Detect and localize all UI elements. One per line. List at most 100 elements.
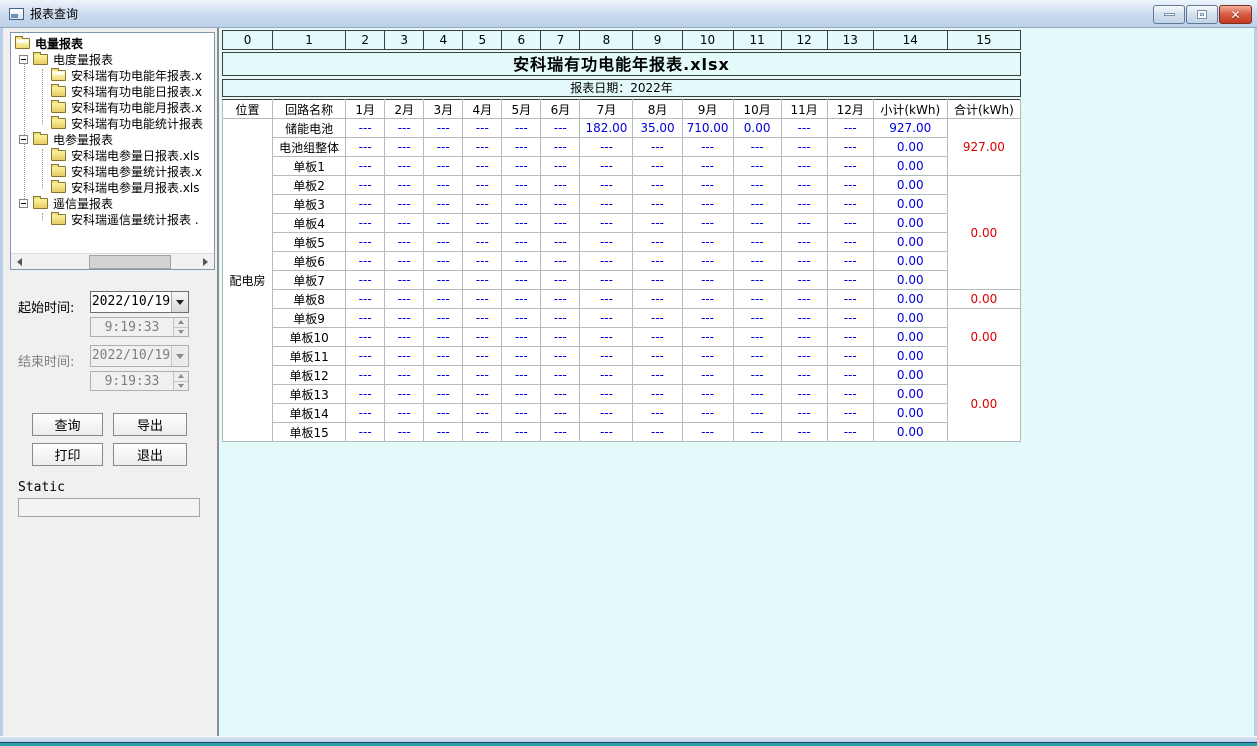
column-number-cell[interactable]: 4 (424, 31, 463, 50)
month-value-cell[interactable]: --- (346, 271, 385, 290)
grid-header-cell[interactable]: 9月 (682, 100, 733, 119)
month-value-cell[interactable]: --- (781, 119, 827, 138)
maximize-button[interactable] (1186, 5, 1218, 24)
month-value-cell[interactable]: --- (633, 252, 682, 271)
circuit-name-cell[interactable]: 单板8 (273, 290, 346, 309)
month-value-cell[interactable]: --- (733, 309, 781, 328)
grid-header-cell[interactable]: 5月 (502, 100, 541, 119)
grid-header-cell[interactable]: 位置 (223, 100, 273, 119)
month-value-cell[interactable]: --- (733, 366, 781, 385)
location-cell[interactable]: 配电房 (223, 119, 273, 442)
month-value-cell[interactable]: --- (424, 366, 463, 385)
month-value-cell[interactable]: --- (733, 404, 781, 423)
month-value-cell[interactable]: --- (541, 138, 580, 157)
month-value-cell[interactable]: --- (463, 328, 502, 347)
month-value-cell[interactable]: --- (580, 290, 633, 309)
month-value-cell[interactable]: --- (385, 404, 424, 423)
month-value-cell[interactable]: --- (580, 366, 633, 385)
grid-header-cell[interactable]: 1月 (346, 100, 385, 119)
tree-report-item[interactable]: 安科瑞电参量统计报表.x (11, 163, 214, 179)
month-value-cell[interactable]: --- (633, 366, 682, 385)
month-value-cell[interactable]: --- (781, 423, 827, 442)
month-value-cell[interactable]: --- (682, 423, 733, 442)
month-value-cell[interactable]: --- (633, 214, 682, 233)
month-value-cell[interactable]: --- (541, 119, 580, 138)
month-value-cell[interactable]: --- (580, 157, 633, 176)
grid-header-cell[interactable]: 7月 (580, 100, 633, 119)
subtotal-cell[interactable]: 0.00 (873, 138, 947, 157)
month-value-cell[interactable]: --- (424, 271, 463, 290)
month-value-cell[interactable]: --- (346, 404, 385, 423)
column-number-cell[interactable]: 12 (781, 31, 827, 50)
tree-report-item[interactable]: 安科瑞有功电能月报表.x (11, 99, 214, 115)
month-value-cell[interactable]: --- (633, 385, 682, 404)
month-value-cell[interactable]: --- (781, 385, 827, 404)
month-value-cell[interactable]: --- (502, 385, 541, 404)
exit-button[interactable]: 退出 (113, 443, 187, 466)
month-value-cell[interactable]: --- (827, 157, 873, 176)
scroll-right-button[interactable] (198, 255, 213, 269)
month-value-cell[interactable]: --- (733, 195, 781, 214)
month-value-cell[interactable]: --- (781, 252, 827, 271)
month-value-cell[interactable]: 710.00 (682, 119, 733, 138)
circuit-name-cell[interactable]: 单板6 (273, 252, 346, 271)
month-value-cell[interactable]: --- (682, 252, 733, 271)
spin-down-button[interactable] (174, 382, 188, 391)
column-number-cell[interactable]: 13 (827, 31, 873, 50)
month-value-cell[interactable]: --- (541, 309, 580, 328)
grid-header-cell[interactable]: 12月 (827, 100, 873, 119)
subtotal-cell[interactable]: 0.00 (873, 309, 947, 328)
month-value-cell[interactable]: --- (633, 138, 682, 157)
month-value-cell[interactable]: --- (502, 233, 541, 252)
month-value-cell[interactable]: --- (682, 214, 733, 233)
month-value-cell[interactable]: --- (385, 423, 424, 442)
month-value-cell[interactable]: --- (502, 138, 541, 157)
month-value-cell[interactable]: --- (733, 290, 781, 309)
month-value-cell[interactable]: --- (385, 271, 424, 290)
month-value-cell[interactable]: --- (827, 290, 873, 309)
month-value-cell[interactable]: --- (502, 271, 541, 290)
month-value-cell[interactable]: --- (346, 347, 385, 366)
month-value-cell[interactable]: --- (502, 366, 541, 385)
month-value-cell[interactable]: --- (633, 195, 682, 214)
subtotal-cell[interactable]: 0.00 (873, 404, 947, 423)
month-value-cell[interactable]: --- (733, 214, 781, 233)
month-value-cell[interactable]: --- (424, 252, 463, 271)
subtotal-cell[interactable]: 0.00 (873, 176, 947, 195)
column-number-cell[interactable]: 7 (541, 31, 580, 50)
total-cell[interactable]: 927.00 (947, 119, 1020, 176)
month-value-cell[interactable]: --- (424, 290, 463, 309)
circuit-name-cell[interactable]: 单板5 (273, 233, 346, 252)
month-value-cell[interactable]: --- (633, 328, 682, 347)
month-value-cell[interactable]: --- (580, 347, 633, 366)
spin-up-button[interactable] (174, 372, 188, 382)
month-value-cell[interactable]: --- (781, 233, 827, 252)
circuit-name-cell[interactable]: 单板3 (273, 195, 346, 214)
subtotal-cell[interactable]: 0.00 (873, 195, 947, 214)
month-value-cell[interactable]: --- (733, 271, 781, 290)
circuit-name-cell[interactable]: 单板11 (273, 347, 346, 366)
month-value-cell[interactable]: --- (502, 119, 541, 138)
circuit-name-cell[interactable]: 单板4 (273, 214, 346, 233)
month-value-cell[interactable]: --- (424, 309, 463, 328)
month-value-cell[interactable]: --- (682, 309, 733, 328)
month-value-cell[interactable]: --- (463, 404, 502, 423)
month-value-cell[interactable]: --- (463, 195, 502, 214)
month-value-cell[interactable]: --- (424, 157, 463, 176)
month-value-cell[interactable]: --- (580, 195, 633, 214)
month-value-cell[interactable]: --- (541, 252, 580, 271)
month-value-cell[interactable]: --- (385, 176, 424, 195)
query-button[interactable]: 查询 (32, 413, 103, 436)
subtotal-cell[interactable]: 0.00 (873, 214, 947, 233)
end-time-spinner[interactable]: 9:19:33 (90, 371, 189, 391)
month-value-cell[interactable]: --- (463, 423, 502, 442)
month-value-cell[interactable]: --- (385, 385, 424, 404)
month-value-cell[interactable]: --- (733, 423, 781, 442)
column-number-cell[interactable]: 0 (223, 31, 273, 50)
month-value-cell[interactable]: --- (827, 195, 873, 214)
month-value-cell[interactable]: --- (385, 347, 424, 366)
month-value-cell[interactable]: --- (502, 214, 541, 233)
month-value-cell[interactable]: --- (541, 423, 580, 442)
month-value-cell[interactable]: --- (541, 347, 580, 366)
spin-down-button[interactable] (174, 328, 188, 337)
